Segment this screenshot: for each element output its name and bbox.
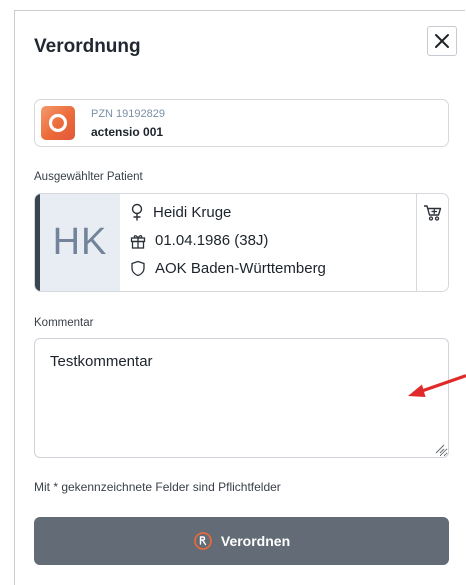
resize-handle-icon[interactable] bbox=[434, 443, 445, 454]
prescription-icon bbox=[193, 532, 212, 550]
patient-name: Heidi Kruge bbox=[153, 203, 232, 221]
close-button[interactable] bbox=[427, 26, 457, 56]
required-fields-note: Mit * gekennzeichnete Felder sind Pflich… bbox=[34, 480, 281, 494]
verordnen-label: Verordnen bbox=[220, 533, 291, 549]
product-name: actensio 001 bbox=[91, 125, 164, 139]
dialog-title: Verordnung bbox=[34, 36, 141, 57]
avatar: HK bbox=[40, 194, 120, 291]
comment-label: Kommentar bbox=[34, 317, 94, 329]
patient-section-label: Ausgewählter Patient bbox=[34, 171, 143, 183]
patient-card: HK Heidi Kruge 01.04.1986 (38J) AOK Bade… bbox=[34, 193, 449, 292]
patient-insurance: AOK Baden-Württemberg bbox=[155, 260, 326, 277]
actensio-logo bbox=[41, 106, 75, 140]
product-card: PZN 19192829 actensio 001 bbox=[34, 99, 449, 147]
gift-icon bbox=[130, 234, 146, 249]
cart-icon[interactable] bbox=[423, 204, 443, 222]
product-pzn: PZN 19192829 bbox=[91, 108, 165, 120]
dialog-panel bbox=[14, 10, 465, 585]
close-icon bbox=[435, 34, 449, 48]
female-icon bbox=[131, 203, 143, 221]
verordnen-button[interactable]: Verordnen bbox=[34, 517, 449, 565]
patient-card-divider bbox=[416, 194, 417, 291]
patient-birthdate: 01.04.1986 (38J) bbox=[155, 232, 269, 249]
patient-name-row: Heidi Kruge bbox=[130, 203, 231, 221]
annotation-arrow-icon bbox=[408, 374, 466, 397]
patient-insurance-row: AOK Baden-Württemberg bbox=[130, 260, 326, 277]
comment-textarea[interactable] bbox=[34, 338, 449, 458]
shield-icon bbox=[131, 260, 145, 277]
patient-birthdate-row: 01.04.1986 (38J) bbox=[130, 232, 268, 249]
